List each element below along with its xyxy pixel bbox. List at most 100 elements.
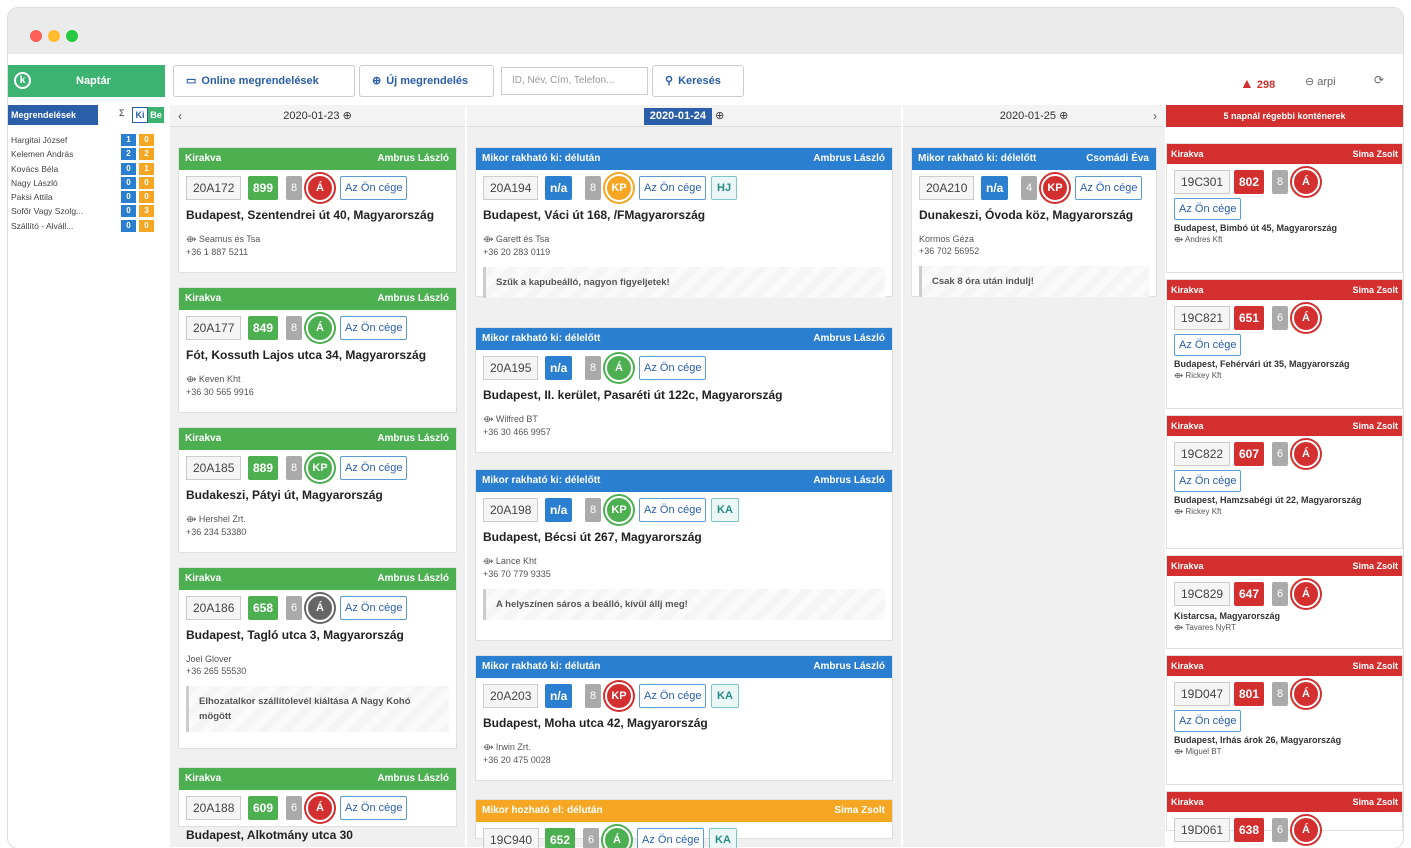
address: Budapest, II. kerület, Pasaréti út 122c,… <box>483 388 783 402</box>
old-order-card[interactable]: Kirakva Sima Zsolt 19C829 647 6 Á Kistarcsa, M… <box>1166 555 1403 649</box>
add-icon[interactable]: ⊕ <box>343 110 352 122</box>
maximize-window-button[interactable] <box>66 30 78 42</box>
old-order-card[interactable]: Kirakva Sima Zsolt 19C822 607 6 Á Az Ön cége Bu… <box>1166 415 1403 549</box>
container-id[interactable]: 20A188 <box>186 796 242 820</box>
phone: +36 265 55530 <box>186 666 247 676</box>
order-card[interactable]: Mikor rakható ki: délelőtt Csomádi Éva 20A… <box>911 147 1157 297</box>
company-tag[interactable]: Az Ön cége <box>1174 334 1242 356</box>
order-card[interactable]: Mikor hozható el: délután Sima Zsolt 19C94… <box>475 799 893 848</box>
order-card[interactable]: Mikor rakható ki: délelőtt Ambrus László 2… <box>475 469 893 641</box>
handshake-icon: ⟴ <box>1174 623 1186 632</box>
company-tag[interactable]: Az Ön cége <box>1174 198 1242 220</box>
driver-row[interactable]: Nagy László 0 0 <box>8 176 168 190</box>
driver-row[interactable]: Hargitai József 1 0 <box>8 133 168 147</box>
user-menu[interactable]: ⊖ arpi <box>1305 75 1336 88</box>
driver-name: Sima Zsolt <box>1352 661 1398 671</box>
driver-row[interactable]: Kelemen András 2 2 <box>8 147 168 161</box>
container-id[interactable]: 20A198 <box>483 498 539 522</box>
calendar-label: Naptár <box>76 75 111 87</box>
calendar-button[interactable]: k Naptár <box>8 65 165 97</box>
order-card[interactable]: Kirakva Ambrus László 20A185 889 8 KP Az Ön cé… <box>178 427 457 553</box>
client: ⟴ Tavares NyRT <box>1167 622 1402 633</box>
driver-name: Ambrus László <box>377 153 449 164</box>
company-tag[interactable]: Az Ön cége <box>639 684 707 708</box>
new-order-button[interactable]: ⊕ Új megrendelés <box>359 65 494 97</box>
filter-ki-button[interactable]: Ki <box>132 107 148 123</box>
size-badge: 8 <box>1272 170 1288 194</box>
search-button[interactable]: ⚲ Keresés <box>652 65 744 97</box>
company-tag[interactable]: Az Ön cége <box>340 456 408 480</box>
company-tag[interactable]: Az Ön cége <box>340 796 408 820</box>
company-tag[interactable]: Az Ön cége <box>639 356 707 380</box>
driver-row[interactable]: Sofőr Vagy Szolg... 0 3 <box>8 204 168 218</box>
container-id[interactable]: 19C822 <box>1174 442 1231 466</box>
client-name: Wilfred BT <box>495 414 538 424</box>
company-tag[interactable]: Az Ön cége <box>340 596 408 620</box>
old-order-card[interactable]: Kirakva Sima Zsolt 19C821 651 6 Á Az Ön cége Bu… <box>1166 279 1403 409</box>
container-number: 652 <box>545 828 576 848</box>
client-name: Miguel BT <box>1185 747 1222 756</box>
sidebar-header: Megrendelések Σ Ki Be <box>8 105 168 125</box>
client-name: Seamus és Tsa <box>198 234 261 244</box>
filter-be-button[interactable]: Be <box>148 107 164 123</box>
client: ⟴ Rickey Kft <box>1167 506 1402 517</box>
order-card[interactable]: Mikor rakható ki: délután Ambrus László 20… <box>475 147 893 298</box>
client-name: Joel Glover <box>186 654 232 664</box>
column-header-day1: ‹ 2020-01-23 ⊕ <box>170 105 465 127</box>
container-id[interactable]: 19C940 <box>483 828 540 848</box>
old-order-card[interactable]: Kirakva Sima Zsolt 19C301 802 8 Á Az Ön cége Bu… <box>1166 143 1403 273</box>
company-tag[interactable]: Az Ön cége <box>340 176 408 200</box>
container-id[interactable]: 19D061 <box>1174 818 1231 842</box>
day1-date: 2020-01-23 <box>283 110 340 122</box>
driver-row[interactable]: Kovács Béla 0 1 <box>8 162 168 176</box>
online-orders-button[interactable]: ▭ Online megrendelések <box>173 65 355 97</box>
driver-row[interactable]: Paksi Attila 0 0 <box>8 190 168 204</box>
company-tag[interactable]: Az Ön cége <box>1174 470 1242 492</box>
order-card[interactable]: Kirakva Ambrus László 20A177 849 8 Á Az Ön cég… <box>178 287 457 413</box>
order-card[interactable]: Mikor rakható ki: délután Ambrus László 20… <box>475 655 893 781</box>
status-label: Kirakva <box>185 433 222 444</box>
company-tag[interactable]: Az Ön cége <box>639 176 707 200</box>
card-header: Mikor rakható ki: délelőtt Csomádi Éva <box>912 148 1156 170</box>
close-window-button[interactable] <box>30 30 42 42</box>
size-badge: 8 <box>585 356 601 380</box>
container-id[interactable]: 20A203 <box>483 684 539 708</box>
driver-row[interactable]: Szállító - Alváll... 0 0 <box>8 219 168 233</box>
old-order-card[interactable]: Kirakva Sima Zsolt 19D061 638 6 Á <box>1166 791 1403 844</box>
order-card[interactable]: Kirakva Ambrus László 20A186 658 6 Á Az Ön cég… <box>178 567 457 749</box>
minimize-window-button[interactable] <box>48 30 60 42</box>
prev-arrow-icon[interactable]: ‹ <box>178 105 182 127</box>
order-card[interactable]: Kirakva Ambrus László 20A172 899 8 Á Az Ön cég… <box>178 147 457 273</box>
container-id[interactable]: 20A177 <box>186 316 242 340</box>
company-tag[interactable]: Az Ön cége <box>1174 710 1242 732</box>
search-input[interactable]: ID, Név, Cím, Telefon... <box>501 67 648 95</box>
container-id[interactable]: 20A185 <box>186 456 242 480</box>
drivers-sidebar: Megrendelések Σ Ki Be Hargitai József 1 0 K… <box>8 105 168 845</box>
company-tag[interactable]: Az Ön cége <box>340 316 408 340</box>
container-id[interactable]: 19C821 <box>1174 306 1231 330</box>
next-arrow-icon[interactable]: › <box>1153 105 1157 127</box>
company-tag[interactable]: Az Ön cége <box>1075 176 1143 200</box>
container-id[interactable]: 20A195 <box>483 356 539 380</box>
container-number: 658 <box>248 596 279 620</box>
container-id[interactable]: 19C829 <box>1174 582 1231 606</box>
container-id[interactable]: 19C301 <box>1174 170 1231 194</box>
container-id[interactable]: 20A172 <box>186 176 242 200</box>
old-order-card[interactable]: Kirakva Sima Zsolt 19D047 801 8 Á Az Ön cége Bu… <box>1166 655 1403 785</box>
company-tag[interactable]: Az Ön cége <box>637 828 705 848</box>
add-icon[interactable]: ⊕ <box>715 110 724 122</box>
order-card[interactable]: Mikor rakható ki: délelőtt Ambrus László 2… <box>475 327 893 453</box>
add-icon[interactable]: ⊕ <box>1059 110 1068 122</box>
container-id[interactable]: 20A186 <box>186 596 242 620</box>
badge-row: 19D061 638 6 Á <box>1167 816 1402 844</box>
company-tag[interactable]: Az Ön cége <box>639 498 707 522</box>
container-id[interactable]: 19D047 <box>1174 682 1231 706</box>
sum-icon[interactable]: Σ <box>119 108 125 118</box>
refresh-icon[interactable]: ⟳ <box>1374 73 1384 87</box>
container-id[interactable]: 20A194 <box>483 176 539 200</box>
order-card[interactable]: Kirakva Ambrus László 20A188 609 6 Á Az Ön cég… <box>178 767 457 842</box>
container-id[interactable]: 20A210 <box>919 176 975 200</box>
status-label: Kirakva <box>1171 149 1204 159</box>
card-header: Kirakva Sima Zsolt <box>1167 792 1402 812</box>
alerts-indicator[interactable]: ▲ 298 <box>1240 75 1275 91</box>
